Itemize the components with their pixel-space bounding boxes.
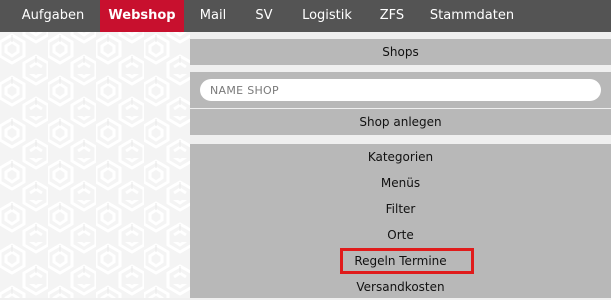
nav-item-aufgaben[interactable]: Aufgaben — [12, 0, 94, 32]
menu-item-filter[interactable]: Filter — [190, 196, 611, 222]
nav-item-sv[interactable]: SV — [242, 0, 286, 32]
nav-item-logistik[interactable]: Logistik — [292, 0, 362, 32]
shops-panel: Shops Shop anlegen Kategorien Menüs Filt… — [190, 32, 611, 298]
shop-search-container — [190, 72, 611, 108]
top-navigation: Aufgaben Webshop Mail SV Logistik ZFS St… — [0, 0, 611, 32]
menu-item-kategorien[interactable]: Kategorien — [190, 144, 611, 170]
nav-item-zfs[interactable]: ZFS — [370, 0, 414, 32]
menu-item-menues[interactable]: Menüs — [190, 170, 611, 196]
nav-item-mail[interactable]: Mail — [190, 0, 236, 32]
create-shop-button[interactable]: Shop anlegen — [190, 109, 611, 135]
menu-item-orte[interactable]: Orte — [190, 222, 611, 248]
menu-item-regeln-termine[interactable]: Regeln Termine — [190, 248, 611, 274]
nav-item-stammdaten[interactable]: Stammdaten — [424, 0, 520, 32]
hexagon-pattern-icon — [0, 32, 190, 298]
shop-settings-menu: Kategorien Menüs Filter Orte Regeln Term… — [190, 144, 611, 298]
shops-header: Shops — [190, 39, 611, 65]
menu-item-versandkosten[interactable]: Versandkosten — [190, 274, 611, 300]
background-pattern — [0, 32, 190, 298]
shop-name-input[interactable] — [200, 79, 601, 101]
nav-item-webshop[interactable]: Webshop — [100, 0, 184, 32]
